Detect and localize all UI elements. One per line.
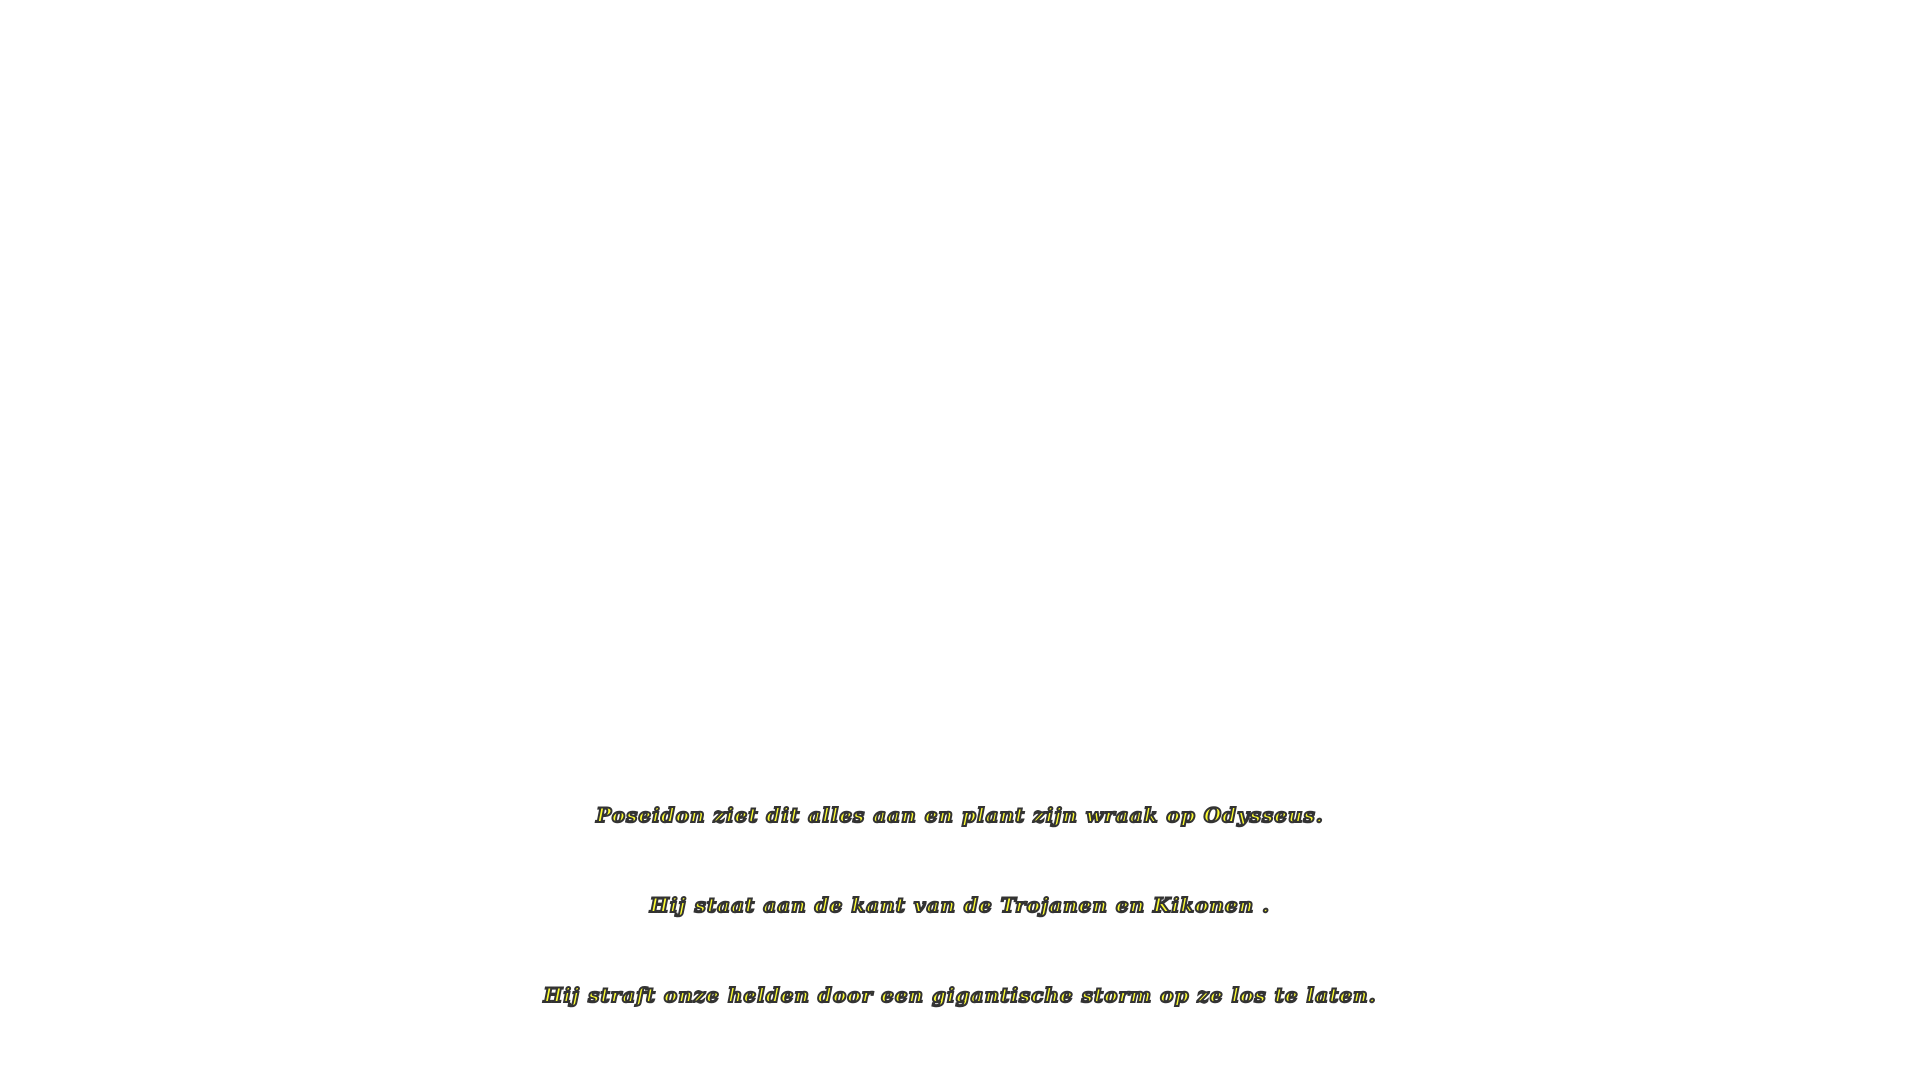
subtitle-line-2: Hij staat aan de kant van de Trojanen en… xyxy=(649,892,1271,918)
video-frame: Poseidon ziet dit alles aan en plant zij… xyxy=(0,0,1920,1080)
subtitle-caption: Poseidon ziet dit alles aan en plant zij… xyxy=(0,770,1920,1040)
subtitle-line-3: Hij straft onze helden door een gigantis… xyxy=(542,982,1377,1008)
subtitle-line-1: Poseidon ziet dit alles aan en plant zij… xyxy=(595,802,1324,828)
